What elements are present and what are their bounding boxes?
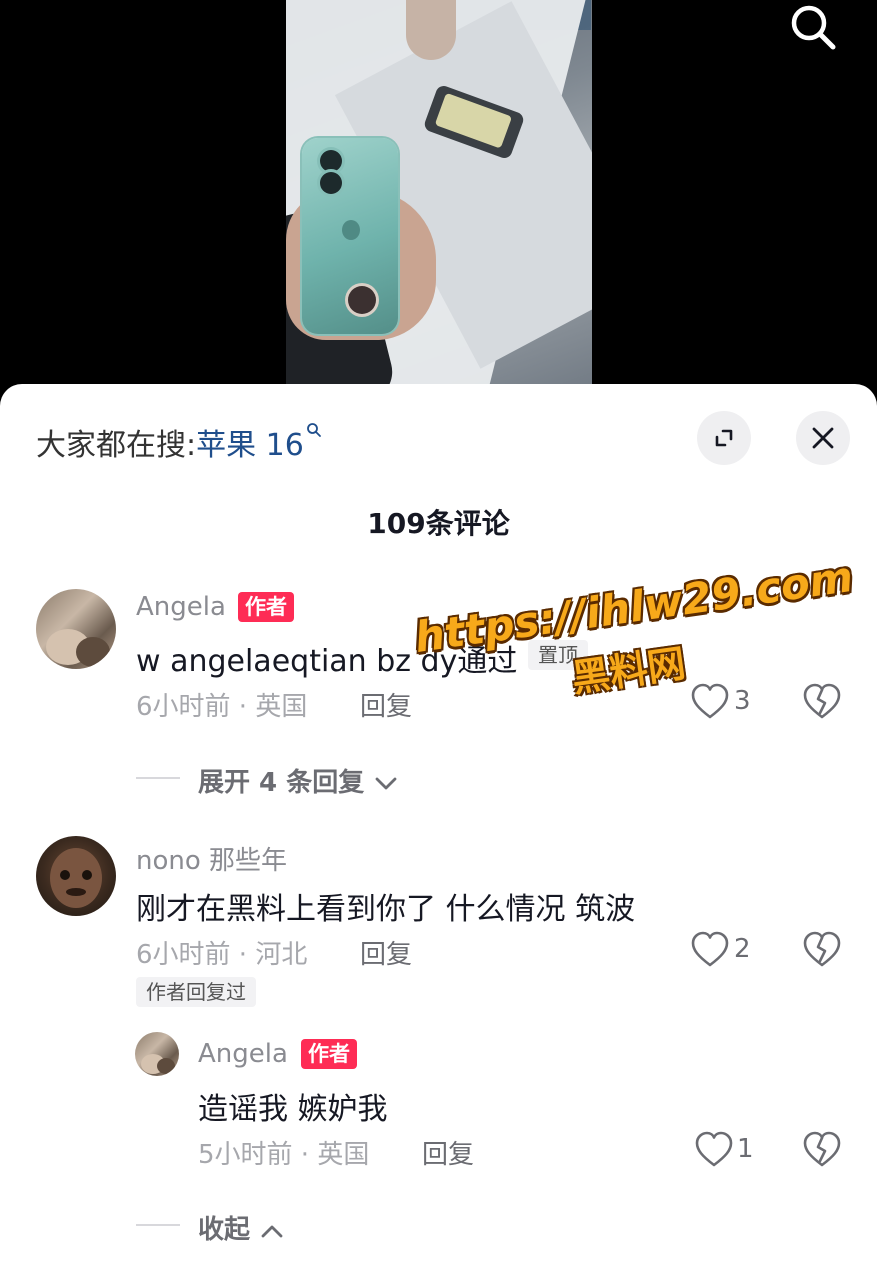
video-frame	[286, 0, 592, 400]
like-count: 2	[734, 934, 751, 964]
hot-search-prefix: 大家都在搜:	[36, 428, 197, 463]
divider-line	[136, 1224, 180, 1226]
hot-search-keyword[interactable]: 苹果 16	[196, 428, 304, 463]
chevron-down-icon	[375, 777, 397, 789]
comment-text: 刚才在黑料上看到你了 什么情况 筑波	[136, 892, 636, 927]
reply-username[interactable]: Angela	[198, 1039, 288, 1069]
video-player[interactable]	[0, 0, 877, 400]
broken-heart-icon[interactable]	[802, 682, 842, 722]
expand-replies-label: 展开 4 条回复	[198, 768, 365, 798]
heart-icon[interactable]	[690, 930, 730, 970]
comment-meta: 6小时前 · 河北	[136, 940, 308, 970]
broken-heart-icon[interactable]	[802, 1130, 842, 1170]
like-count: 3	[734, 686, 751, 716]
heart-icon[interactable]	[694, 1130, 734, 1170]
comment-meta: 6小时前 · 英国	[136, 692, 308, 722]
expand-replies-button[interactable]: 展开 4 条回复	[198, 762, 399, 799]
divider-line	[136, 777, 180, 779]
reply-text: 造谣我 嫉妒我	[198, 1092, 388, 1127]
expand-icon	[715, 429, 733, 447]
avatar[interactable]	[135, 1032, 179, 1076]
search-icon[interactable]	[788, 2, 838, 52]
avatar[interactable]	[36, 589, 116, 669]
broken-heart-icon[interactable]	[802, 930, 842, 970]
screen: { "video": { "search_icon": "search-icon…	[0, 0, 877, 1280]
hot-search-bar[interactable]: 大家都在搜:苹果 16	[36, 420, 322, 464]
like-count: 1	[737, 1134, 754, 1164]
author-replied-badge: 作者回复过	[136, 977, 256, 1007]
heart-icon[interactable]	[690, 682, 730, 722]
close-icon	[812, 427, 834, 449]
author-badge: 作者	[301, 1039, 357, 1069]
comment-username[interactable]: nono 那些年	[136, 840, 287, 877]
avatar[interactable]	[36, 836, 116, 916]
reply-meta: 5小时前 · 英国	[198, 1140, 370, 1170]
collapse-replies-button[interactable]: 收起	[198, 1209, 285, 1246]
reply-button[interactable]: 回复	[360, 934, 412, 971]
collapse-replies-label: 收起	[198, 1215, 251, 1245]
author-badge: 作者	[238, 592, 294, 622]
reply-button[interactable]: 回复	[360, 686, 412, 723]
expand-panel-button[interactable]	[697, 411, 751, 465]
chevron-up-icon	[261, 1225, 283, 1237]
search-small-icon	[306, 423, 321, 437]
reply-button[interactable]: 回复	[422, 1134, 474, 1171]
comment-username[interactable]: Angela	[136, 592, 226, 622]
close-button[interactable]	[796, 411, 850, 465]
